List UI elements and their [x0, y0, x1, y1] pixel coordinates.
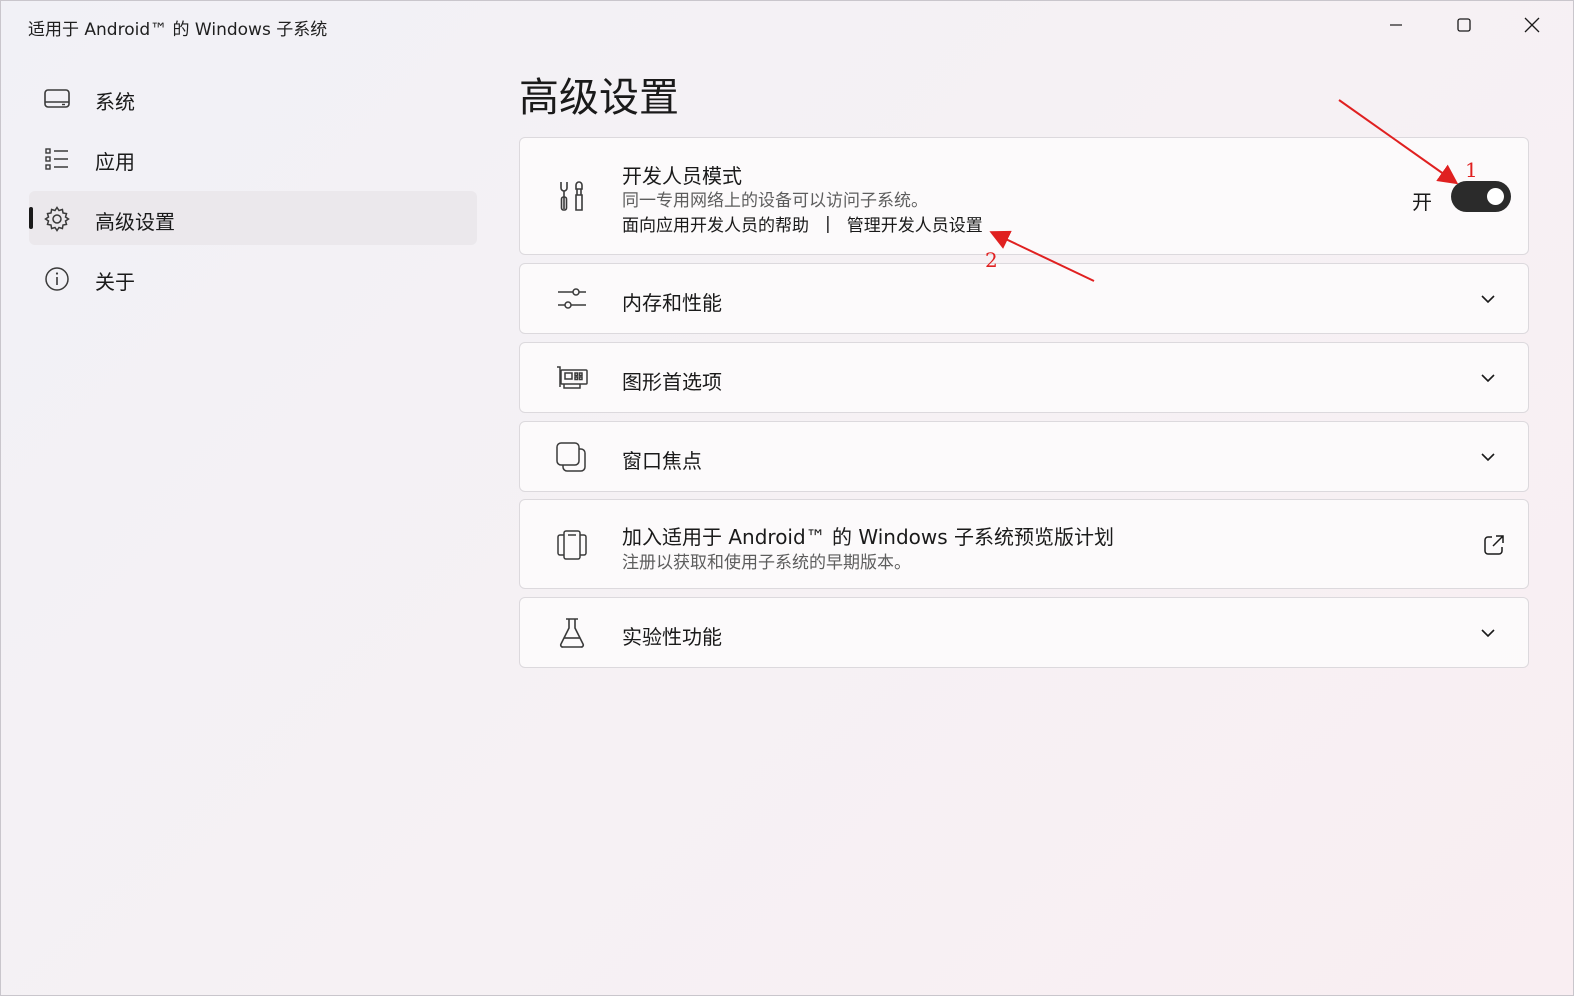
graphics-preferences-card[interactable]: 图形首选项 [519, 342, 1529, 413]
info-icon [43, 265, 71, 293]
preview-program-description: 注册以获取和使用子系统的早期版本。 [622, 553, 911, 573]
sidebar-item-advanced-settings[interactable]: 高级设置 [29, 191, 477, 245]
minimize-icon [1390, 24, 1402, 26]
gear-icon [43, 205, 71, 233]
sidebar-item-label: 高级设置 [95, 210, 175, 234]
developer-mode-description: 同一专用网络上的设备可以访问子系统。 [622, 191, 928, 211]
chevron-down-icon [1478, 447, 1498, 467]
monitor-icon [43, 85, 71, 113]
tools-icon [554, 178, 590, 214]
preview-program-card[interactable]: 加入适用于 Android™ 的 Windows 子系统预览版计划 注册以获取和… [519, 499, 1529, 589]
flask-icon [554, 615, 590, 651]
developer-mode-title: 开发人员模式 [622, 164, 742, 188]
sidebar-item-label: 应用 [95, 150, 135, 174]
sidebar-item-label: 系统 [95, 90, 135, 114]
manage-developer-settings-link[interactable]: 管理开发人员设置 [847, 211, 983, 236]
toggle-state-label: 开 [1412, 190, 1432, 214]
chevron-down-icon [1478, 289, 1498, 309]
window-focus-card[interactable]: 窗口焦点 [519, 421, 1529, 492]
chevron-down-icon [1478, 368, 1498, 388]
sliders-icon [554, 281, 590, 317]
annotation-label-1: 1 [1465, 158, 1478, 182]
link-separator: | [825, 213, 831, 234]
experimental-features-card[interactable]: 实验性功能 [519, 597, 1529, 668]
memory-performance-title: 内存和性能 [622, 291, 722, 315]
preview-icon [554, 527, 590, 563]
sidebar-item-apps[interactable]: 应用 [29, 131, 477, 185]
sidebar-item-system[interactable]: 系统 [29, 71, 477, 125]
minimize-button[interactable] [1373, 9, 1419, 41]
graphics-preferences-title: 图形首选项 [622, 370, 722, 394]
sidebar-item-label: 关于 [95, 270, 135, 294]
chevron-down-icon [1478, 623, 1498, 643]
experimental-features-title: 实验性功能 [622, 625, 722, 649]
maximize-button[interactable] [1441, 9, 1487, 41]
help-link[interactable]: 面向应用开发人员的帮助 [622, 211, 809, 236]
list-icon [43, 145, 71, 173]
title-bar: 适用于 Android™ 的 Windows 子系统 [1, 1, 1573, 53]
sidebar-item-about[interactable]: 关于 [29, 251, 477, 305]
window-icon [554, 439, 590, 475]
close-icon [1524, 17, 1540, 33]
window-focus-title: 窗口焦点 [622, 449, 702, 473]
toggle-knob [1487, 188, 1504, 205]
memory-performance-card[interactable]: 内存和性能 [519, 263, 1529, 334]
developer-links: 面向应用开发人员的帮助 | 管理开发人员设置 [622, 211, 983, 237]
active-indicator [29, 207, 33, 229]
annotation-label-2: 2 [985, 248, 998, 272]
sidebar: 系统 应用 高级设置 关于 [29, 71, 477, 311]
app-window: 适用于 Android™ 的 Windows 子系统 系统 应用 高级设置 关于… [0, 0, 1574, 996]
external-link-icon [1482, 533, 1506, 557]
close-button[interactable] [1509, 9, 1555, 41]
window-title: 适用于 Android™ 的 Windows 子系统 [28, 20, 328, 40]
page-title: 高级设置 [519, 75, 679, 121]
gpu-icon [554, 360, 590, 396]
preview-program-title: 加入适用于 Android™ 的 Windows 子系统预览版计划 [622, 525, 1115, 549]
developer-mode-card: 开发人员模式 同一专用网络上的设备可以访问子系统。 面向应用开发人员的帮助 | … [519, 137, 1529, 255]
maximize-icon [1457, 18, 1471, 32]
developer-mode-toggle[interactable] [1451, 181, 1511, 212]
